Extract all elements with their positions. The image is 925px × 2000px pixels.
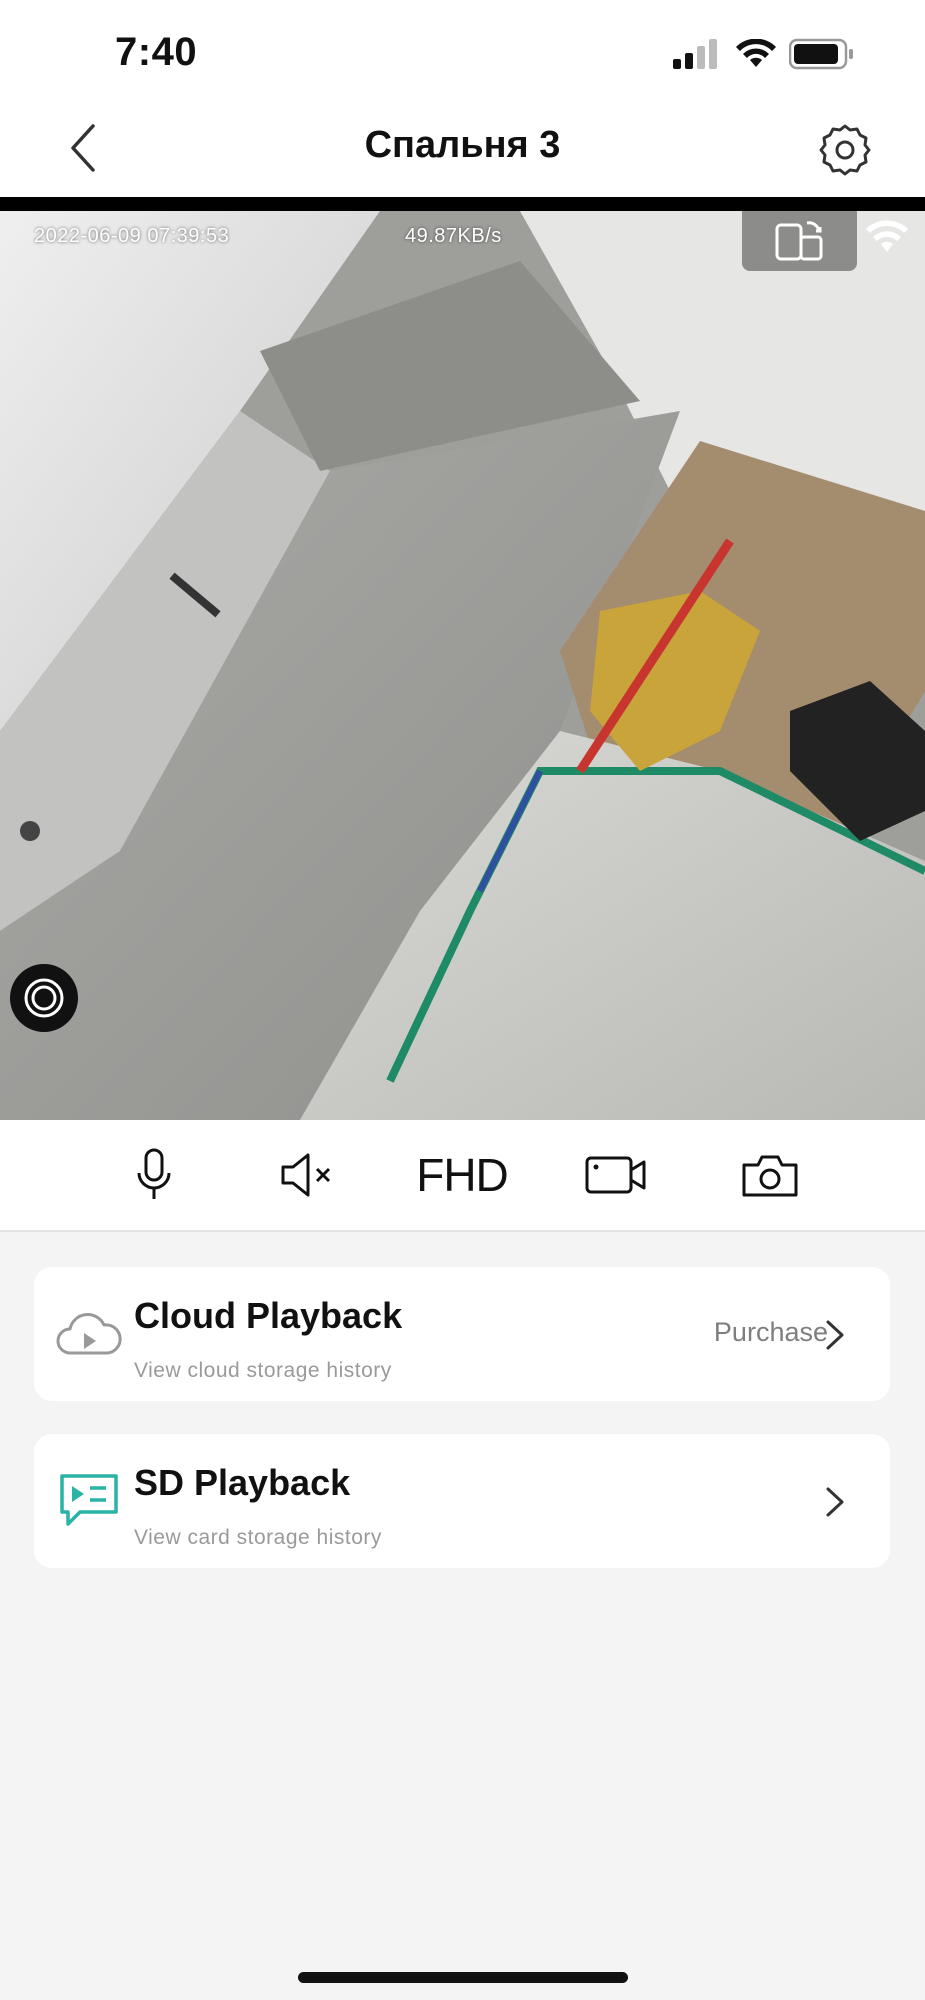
video-bitrate: 49.87KB/s bbox=[405, 225, 502, 247]
snapshot-button[interactable] bbox=[730, 1142, 810, 1208]
sd-playback-title: SD Playback bbox=[134, 1462, 351, 1503]
camera-icon bbox=[742, 1155, 798, 1197]
signal-icon bbox=[673, 39, 717, 69]
nav-bar: Спальня 3 bbox=[0, 100, 925, 197]
lens-button[interactable] bbox=[10, 964, 78, 1032]
gear-icon bbox=[819, 124, 871, 176]
lens-icon bbox=[24, 978, 64, 1018]
rotate-screen-button[interactable] bbox=[742, 211, 857, 271]
video-feed[interactable]: 2022-06-09 07:39:53 49.87KB/s bbox=[0, 197, 925, 1120]
video-top-border bbox=[0, 197, 925, 211]
wifi-icon bbox=[866, 220, 908, 252]
video-record-icon bbox=[585, 1156, 646, 1194]
microphone-button[interactable] bbox=[114, 1142, 194, 1208]
sd-playback-subtitle: View card storage history bbox=[134, 1526, 382, 1549]
control-bar: FHD bbox=[0, 1120, 925, 1232]
rotate-screen-icon bbox=[775, 221, 822, 261]
cloud-playback-title: Cloud Playback bbox=[134, 1295, 403, 1336]
cloud-playback-subtitle: View cloud storage history bbox=[134, 1359, 392, 1382]
cloud-playback-card[interactable]: Cloud Playback View cloud storage histor… bbox=[34, 1267, 890, 1401]
battery-icon bbox=[789, 38, 853, 70]
video-timestamp: 2022-06-09 07:39:53 bbox=[34, 225, 230, 247]
settings-button[interactable] bbox=[815, 120, 875, 180]
chevron-right-icon bbox=[826, 1320, 844, 1350]
microphone-icon bbox=[137, 1148, 171, 1199]
sd-playback-card[interactable]: SD Playback View card storage history bbox=[34, 1434, 890, 1568]
wifi-icon bbox=[736, 39, 776, 67]
status-time: 7:40 bbox=[115, 30, 198, 74]
quality-button[interactable]: FHD bbox=[412, 1142, 512, 1208]
mute-button[interactable] bbox=[268, 1142, 348, 1208]
camera-image bbox=[0, 211, 925, 1120]
sd-playback-icon bbox=[60, 1474, 118, 1526]
page-title: Спальня 3 bbox=[364, 124, 561, 166]
home-indicator[interactable] bbox=[298, 1972, 628, 1983]
status-icons bbox=[673, 36, 855, 72]
chevron-right-icon bbox=[826, 1487, 844, 1517]
cloud-play-icon bbox=[56, 1313, 122, 1355]
speaker-mute-icon bbox=[281, 1153, 331, 1197]
purchase-link[interactable]: Purchase bbox=[714, 1317, 828, 1348]
record-button[interactable] bbox=[576, 1142, 656, 1208]
status-bar: 7:40 bbox=[0, 0, 925, 100]
